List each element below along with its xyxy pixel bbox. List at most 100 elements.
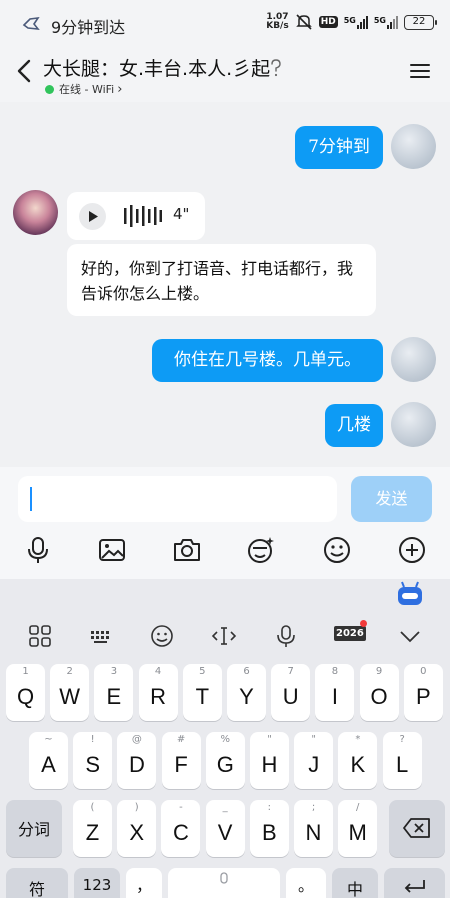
key-label: V xyxy=(217,820,233,845)
key-a[interactable]: ~ A xyxy=(29,732,68,789)
play-icon[interactable] xyxy=(79,203,106,230)
key-label: W xyxy=(59,684,81,709)
status-text: 9分钟到达 xyxy=(51,18,126,37)
online-dot xyxy=(45,84,54,94)
apps-grid-icon[interactable] xyxy=(27,623,53,649)
send-button[interactable]: 发送 xyxy=(351,476,432,522)
symbol-key[interactable]: 符 xyxy=(6,868,68,898)
key-z[interactable]: (Z xyxy=(73,800,112,857)
chat-title[interactable]: 大长腿：女.丰台.本人.彡起 xyxy=(43,54,270,81)
signal-icon: 5G xyxy=(344,15,368,29)
image-icon[interactable] xyxy=(97,535,127,565)
help-icon[interactable] xyxy=(269,58,283,78)
key-secondary-label: 0 xyxy=(420,666,427,677)
key-d[interactable]: @ D xyxy=(117,732,157,789)
key-f[interactable]: # F xyxy=(161,732,201,789)
backspace-icon xyxy=(403,818,430,838)
backspace-key[interactable] xyxy=(389,800,445,857)
key-i[interactable]: 8I xyxy=(315,664,355,721)
key-secondary-label: : xyxy=(267,802,271,813)
message-bubble-outgoing[interactable]: 7分钟到 xyxy=(295,126,383,169)
status-bar: 9分钟到达 1.07 KB/s HD 5G 5G 22 xyxy=(0,0,450,46)
key-h[interactable]: " H xyxy=(250,732,289,789)
key-y[interactable]: 6Y xyxy=(227,664,266,721)
plus-icon[interactable] xyxy=(397,535,427,565)
online-status[interactable]: 在线 - WiFi › xyxy=(45,81,122,97)
message-bubble-outgoing[interactable]: 几楼 xyxy=(325,404,383,447)
key-r[interactable]: 4R xyxy=(138,664,178,721)
key-l[interactable]: ? L xyxy=(382,732,422,789)
key-g[interactable]: % G xyxy=(205,732,245,789)
key-secondary-label: ? xyxy=(399,734,405,745)
message-bubble-outgoing[interactable]: 你住在几号楼。几单元。 xyxy=(152,339,383,382)
key-e[interactable]: 3E xyxy=(94,664,134,721)
message-bubble-incoming[interactable]: 好的，你到了打语音、打电话都行，我告诉你怎么上楼。 xyxy=(67,244,376,316)
key-secondary-label: 3 xyxy=(110,666,118,677)
collapse-keyboard-icon[interactable] xyxy=(397,623,423,649)
emoji-icon[interactable] xyxy=(149,623,175,649)
key-k[interactable]: * K xyxy=(338,732,378,789)
fenci-key[interactable]: 分词 xyxy=(6,800,62,857)
key-w[interactable]: 2W xyxy=(50,664,90,721)
key-secondary-label: - xyxy=(179,802,183,813)
microphone-icon[interactable] xyxy=(23,535,53,565)
key-label: E xyxy=(106,684,122,709)
key-v[interactable]: _ V xyxy=(205,800,245,857)
key-secondary-label: 7 xyxy=(287,666,294,677)
key-o[interactable]: 9O xyxy=(359,664,399,721)
key-u[interactable]: 7U xyxy=(271,664,311,721)
language-switch-key[interactable]: 中 xyxy=(332,868,378,898)
key-label: Y xyxy=(239,684,254,709)
key-b[interactable]: :B xyxy=(249,800,289,857)
avatar-self[interactable] xyxy=(391,402,436,447)
avatar-self[interactable] xyxy=(391,124,436,169)
key-secondary-label: " xyxy=(311,734,316,745)
key-label: X xyxy=(129,820,145,845)
keyboard-layout-icon[interactable] xyxy=(88,623,114,649)
key-n[interactable]: ; N xyxy=(294,800,333,857)
mute-icon xyxy=(295,14,312,30)
key-label: H xyxy=(261,752,278,777)
key-label: M xyxy=(348,820,367,845)
key-label: L xyxy=(395,752,409,777)
key-label: D xyxy=(128,752,145,777)
key-s[interactable]: ! S xyxy=(73,732,113,789)
key-j[interactable]: " J xyxy=(294,732,334,789)
keyboard-assistant-icon[interactable] xyxy=(395,581,425,607)
space-key[interactable] xyxy=(168,868,280,898)
message-input[interactable] xyxy=(18,476,337,522)
message-list[interactable]: 7分钟到 4" 好的，你到了打语音、打电话都行，我告诉你怎么上楼。 你住在几号楼… xyxy=(0,102,450,467)
voice-message-bubble[interactable]: 4" xyxy=(67,192,205,240)
key-label: C xyxy=(172,820,189,845)
key-label: B xyxy=(261,820,277,845)
cursor-move-icon[interactable] xyxy=(211,623,237,649)
camera-icon[interactable] xyxy=(172,535,202,565)
key-label: I xyxy=(331,684,338,709)
key-secondary-label: ( xyxy=(90,802,95,813)
key-q[interactable]: 1Q xyxy=(6,664,45,721)
key-c[interactable]: -C xyxy=(161,800,201,857)
key-x[interactable]: ) X xyxy=(117,800,157,857)
sticker-icon[interactable] xyxy=(246,535,276,565)
back-arrow-icon[interactable] xyxy=(14,58,34,84)
emoji-icon[interactable] xyxy=(322,535,352,565)
key-secondary-label: * xyxy=(355,734,361,745)
voice-input-icon[interactable] xyxy=(273,623,299,649)
hd-badge: HD xyxy=(318,16,338,28)
menu-icon[interactable] xyxy=(410,62,430,80)
comma-key[interactable]: ， xyxy=(126,868,162,898)
avatar-self[interactable] xyxy=(391,337,436,382)
avatar-contact[interactable] xyxy=(13,190,58,235)
notification-dot xyxy=(360,620,367,627)
bird-app-icon xyxy=(22,16,40,30)
enter-key[interactable] xyxy=(384,868,445,898)
key-label: Q xyxy=(16,684,35,709)
battery-icon: 22 xyxy=(404,14,437,30)
period-key[interactable]: 。 xyxy=(286,868,326,898)
key-label: T xyxy=(195,684,210,709)
key-m[interactable]: / M xyxy=(338,800,378,857)
number-key[interactable]: 123 xyxy=(74,868,120,898)
calendar-badge[interactable]: 2026 xyxy=(334,626,366,641)
key-t[interactable]: 5T xyxy=(182,664,222,721)
key-p[interactable]: 0P xyxy=(403,664,443,721)
